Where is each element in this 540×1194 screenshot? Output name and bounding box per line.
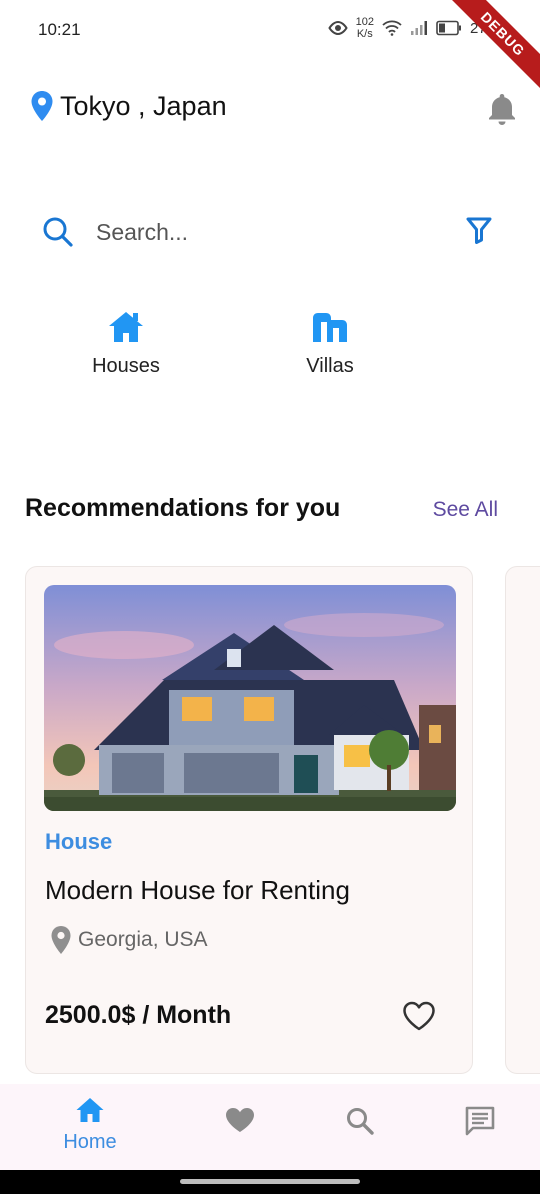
category-villas[interactable]: Villas bbox=[265, 310, 395, 378]
bottom-nav: Home bbox=[0, 1084, 540, 1170]
system-nav-bar bbox=[0, 1170, 540, 1194]
search-bar bbox=[42, 210, 502, 254]
notifications-button[interactable] bbox=[486, 92, 518, 131]
search-input[interactable] bbox=[96, 218, 416, 246]
property-title: Modern House for Renting bbox=[45, 875, 350, 905]
eye-icon bbox=[327, 21, 348, 35]
status-bar: 10:21 102 K/s 27% DEBUG bbox=[0, 0, 540, 96]
debug-banner: DEBUG bbox=[441, 0, 540, 96]
category-list: Houses Villas Ca bbox=[0, 310, 516, 390]
signal-icon bbox=[410, 21, 427, 35]
category-label: Villas bbox=[306, 355, 354, 377]
battery-icon bbox=[436, 20, 461, 36]
status-time: 10:21 bbox=[38, 20, 81, 39]
heart-icon bbox=[226, 1108, 254, 1132]
home-indicator[interactable] bbox=[180, 1179, 360, 1184]
property-card[interactable]: House Modern House for Renting Georgia, … bbox=[25, 566, 473, 1074]
house-photo bbox=[44, 585, 456, 811]
filter-button[interactable] bbox=[466, 216, 492, 249]
property-type: House bbox=[45, 829, 113, 854]
section-title: Recommendations for you bbox=[25, 494, 341, 522]
map-pin-icon bbox=[51, 926, 71, 954]
category-label: Houses bbox=[92, 355, 160, 377]
favorite-button[interactable] bbox=[402, 1001, 436, 1034]
map-pin-icon bbox=[31, 91, 53, 121]
property-location: Georgia, USA bbox=[50, 925, 208, 955]
home-icon bbox=[76, 1098, 104, 1122]
house-icon bbox=[109, 312, 143, 342]
location-text: Tokyo , Japan bbox=[60, 90, 227, 121]
category-label: Ca bbox=[470, 355, 516, 378]
property-location-text: Georgia, USA bbox=[78, 928, 208, 951]
category-houses[interactable]: Houses bbox=[61, 310, 191, 378]
wifi-icon bbox=[382, 20, 402, 36]
nav-home[interactable]: Home bbox=[40, 1096, 140, 1154]
property-card-next[interactable] bbox=[505, 566, 540, 1074]
see-all-link[interactable]: See All bbox=[433, 498, 498, 522]
villa-icon bbox=[313, 313, 347, 342]
message-icon bbox=[465, 1106, 495, 1136]
app-screen: 10:21 102 K/s 27% DEBUG Tokyo , Japan bbox=[0, 0, 540, 1194]
nav-favorites[interactable] bbox=[190, 1106, 290, 1139]
property-image bbox=[44, 585, 456, 811]
nav-search[interactable] bbox=[310, 1106, 410, 1141]
location-selector[interactable]: Tokyo , Japan bbox=[30, 90, 227, 122]
nav-home-label: Home bbox=[63, 1131, 117, 1153]
filter-icon bbox=[466, 217, 492, 244]
heart-outline-icon bbox=[403, 1001, 435, 1031]
category-third[interactable]: Ca bbox=[470, 310, 516, 378]
net-speed-value: 102 bbox=[355, 16, 374, 28]
property-price: 2500.0$ / Month bbox=[45, 1001, 232, 1029]
search-icon bbox=[43, 217, 73, 247]
net-speed: 102 K/s bbox=[356, 16, 374, 40]
bell-icon bbox=[489, 94, 515, 125]
nav-messages[interactable] bbox=[430, 1106, 530, 1141]
search-icon bbox=[347, 1108, 374, 1135]
net-speed-unit: K/s bbox=[356, 28, 373, 40]
